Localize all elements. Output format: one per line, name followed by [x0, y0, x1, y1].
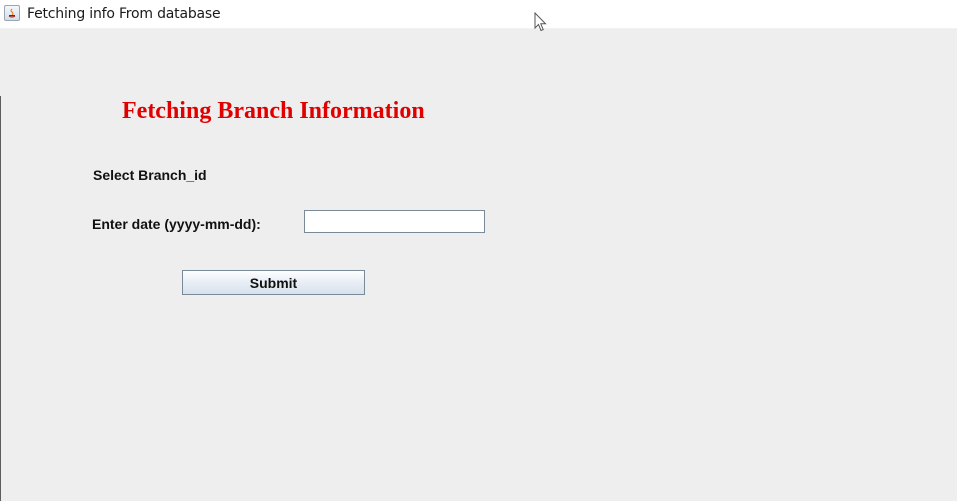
java-icon — [4, 5, 20, 21]
submit-button[interactable]: Submit — [182, 270, 365, 295]
window-left-border — [0, 96, 1, 501]
app-window: Fetching info From database Fetching Bra… — [0, 0, 957, 501]
branch-id-label: Select Branch_id — [93, 167, 207, 183]
page-title: Fetching Branch Information — [122, 98, 425, 124]
date-label: Enter date (yyyy-mm-dd): — [92, 216, 261, 232]
window-title: Fetching info From database — [27, 6, 221, 22]
date-input[interactable] — [304, 210, 485, 233]
mouse-cursor-icon — [534, 11, 548, 37]
title-bar: Fetching info From database — [0, 0, 957, 29]
